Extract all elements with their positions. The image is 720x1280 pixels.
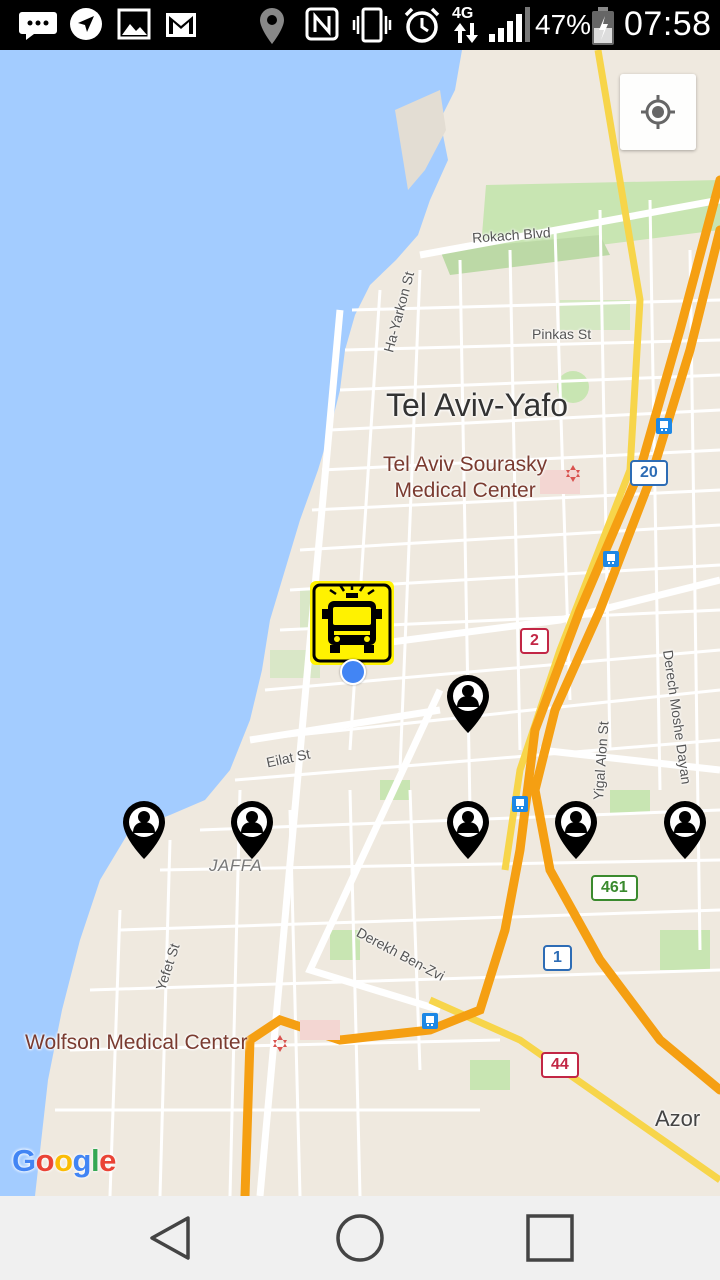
crosshair-icon <box>641 95 675 129</box>
back-icon[interactable] <box>144 1212 196 1264</box>
train-station-icon <box>512 796 528 812</box>
town-label: Azor <box>655 1106 701 1131</box>
road-shield: 44 <box>541 1052 579 1078</box>
train-station-icon <box>422 1013 438 1029</box>
status-bar: 4G 47% 07:58 <box>0 0 720 50</box>
hospital-label: Tel Aviv Sourasky Medical Center <box>383 453 548 502</box>
my-location-button[interactable] <box>620 74 696 150</box>
city-label: Tel Aviv-Yafo <box>386 387 569 423</box>
battery-icon <box>592 7 614 45</box>
person-marker-icon[interactable] <box>121 800 167 860</box>
road-shield: 461 <box>591 875 638 901</box>
nfc-icon <box>305 7 339 41</box>
google-logo: Google <box>12 1143 116 1179</box>
road-shield: 20 <box>630 460 668 486</box>
google-logo-letter: G <box>12 1143 36 1178</box>
recents-icon[interactable] <box>524 1212 576 1264</box>
person-marker-icon[interactable] <box>229 800 275 860</box>
home-icon[interactable] <box>334 1212 386 1264</box>
navigation-bar <box>0 1196 720 1280</box>
person-marker-icon[interactable] <box>445 800 491 860</box>
clock: 07:58 <box>624 5 712 43</box>
alarm-icon <box>404 7 440 43</box>
train-station-icon <box>656 418 672 434</box>
battery-percent: 47% <box>535 9 592 40</box>
bus-marker-icon[interactable] <box>310 581 394 665</box>
signal-icon <box>489 7 530 42</box>
hospital-label: Wolfson Medical Center <box>25 1031 248 1054</box>
chat-icon <box>19 12 57 40</box>
4g-data-icon: 4G <box>450 5 482 45</box>
location-pin-icon <box>260 8 284 44</box>
navigation-arrow-icon <box>70 8 102 40</box>
network-type-label: 4G <box>452 5 474 22</box>
road-shield: 1 <box>543 945 572 971</box>
google-logo-letter: l <box>90 1143 100 1178</box>
person-marker-icon[interactable] <box>553 800 599 860</box>
google-logo-letter: o <box>54 1143 73 1178</box>
image-icon <box>117 8 151 40</box>
google-logo-letter: e <box>99 1143 116 1178</box>
person-marker-icon[interactable] <box>445 674 491 734</box>
google-logo-letter: o <box>35 1143 55 1178</box>
road-shield: 2 <box>520 628 549 654</box>
map-view[interactable]: Tel Aviv-Yafo Tel Aviv Sourasky Medical … <box>0 50 720 1196</box>
google-logo-letter: g <box>72 1143 92 1178</box>
vibrate-icon <box>352 7 392 43</box>
current-location-dot <box>340 659 366 685</box>
gmail-icon <box>166 13 196 37</box>
train-station-icon <box>603 551 619 567</box>
street-label: Pinkas St <box>532 326 592 342</box>
person-marker-icon[interactable] <box>662 800 708 860</box>
